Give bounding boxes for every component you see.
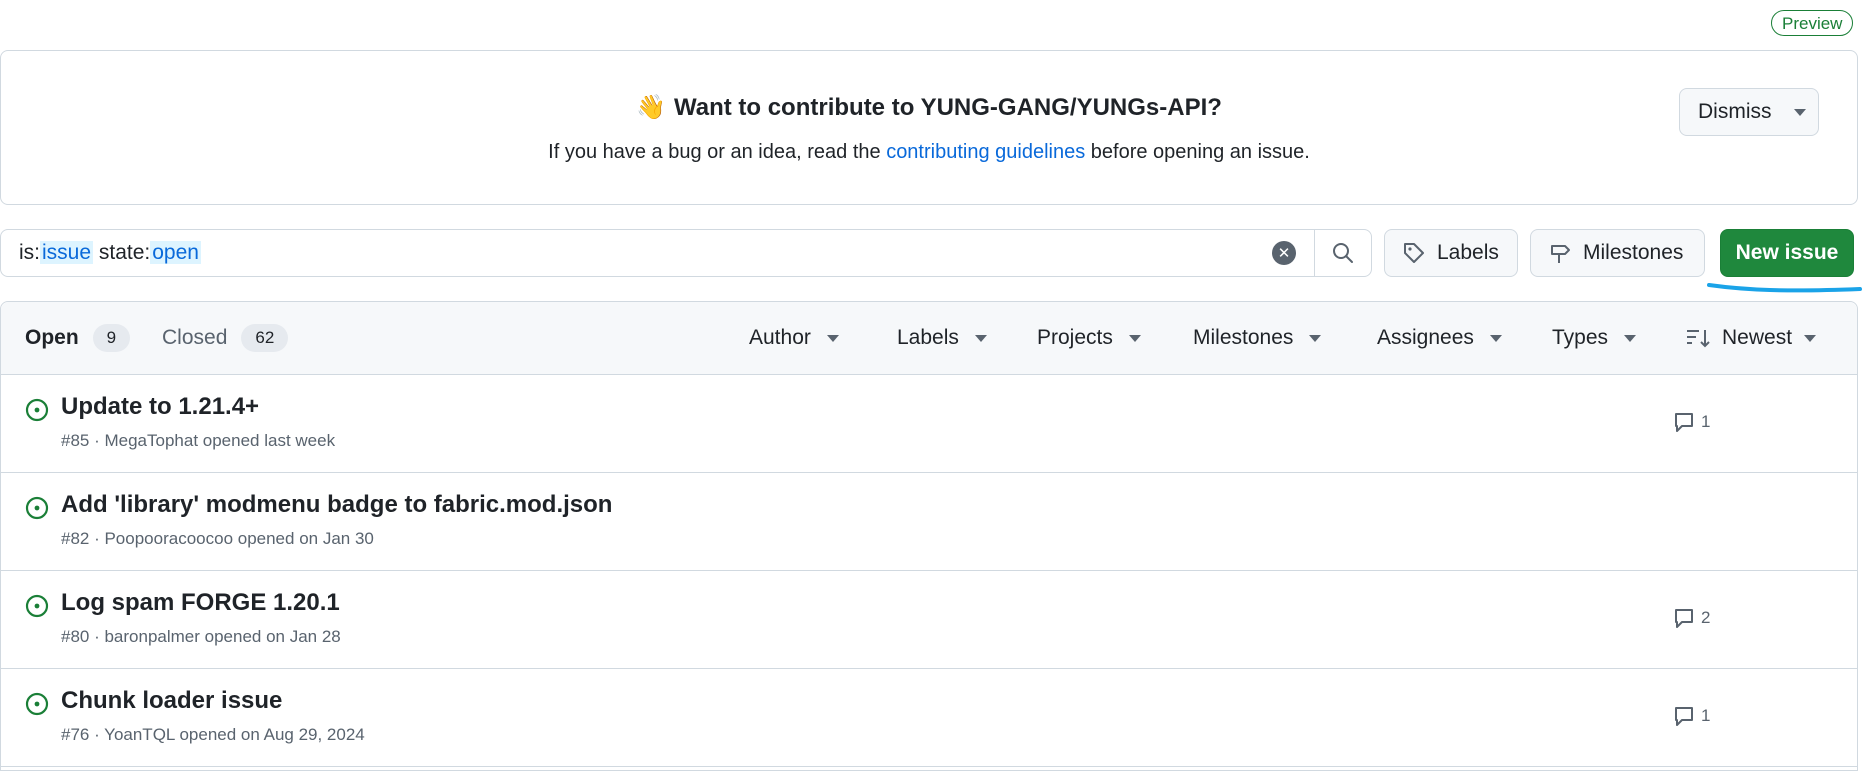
caret-down-icon [1309, 334, 1322, 342]
comments-link[interactable]: 2 [1673, 607, 1710, 629]
sort-newest[interactable]: Newest [1686, 326, 1817, 350]
preview-badge[interactable]: Preview [1771, 10, 1854, 36]
comments-link[interactable]: 1 [1673, 705, 1710, 727]
issue-open-icon [25, 594, 49, 618]
issue-meta: #82 · Poopooracoocoo opened on Jan 30 [61, 529, 374, 548]
contributing-guidelines-link[interactable]: contributing guidelines [886, 141, 1085, 163]
issues-list: Open 9 Closed 62 Author Labels Projects … [0, 301, 1858, 771]
banner-subtitle: If you have a bug or an idea, read the c… [548, 141, 1310, 163]
issues-list-header: Open 9 Closed 62 Author Labels Projects … [1, 302, 1857, 375]
open-count-badge: 9 [92, 324, 131, 352]
issue-title-link[interactable]: Add 'library' modmenu badge to fabric.mo… [61, 491, 612, 519]
filter-types[interactable]: Types [1552, 326, 1637, 350]
caret-down-icon [1128, 334, 1141, 342]
caret-down-icon [1793, 108, 1806, 116]
filter-assignees[interactable]: Assignees [1377, 326, 1502, 350]
closed-count-badge: 62 [241, 324, 289, 352]
issue-row[interactable]: Add 'library' modmenu badge to fabric.mo… [1, 473, 1857, 571]
caret-down-icon [974, 334, 987, 342]
issue-meta: #76 · YoanTQL opened on Aug 29, 2024 [61, 725, 365, 744]
issue-row[interactable]: Log spam FORGE 1.20.1 #80 · baronpalmer … [1, 571, 1857, 669]
caret-down-icon [1489, 334, 1502, 342]
milestone-icon [1551, 245, 1570, 263]
tab-closed[interactable]: Closed 62 [162, 324, 289, 352]
issue-search-bar[interactable]: is:issue state:open ✕ [0, 229, 1372, 277]
issue-open-icon [25, 692, 49, 716]
sort-icon [1687, 330, 1710, 348]
issue-meta: #80 · baronpalmer opened on Jan 28 [61, 627, 341, 646]
search-input[interactable]: is:issue state:open [1, 241, 1272, 265]
comment-icon [1675, 609, 1693, 628]
comments-link[interactable]: 1 [1673, 411, 1710, 433]
tab-open[interactable]: Open 9 [25, 324, 131, 352]
milestones-button[interactable]: Milestones [1530, 229, 1705, 277]
filter-projects[interactable]: Projects [1037, 326, 1141, 350]
issue-open-icon [25, 496, 49, 520]
labels-button[interactable]: Labels [1384, 229, 1518, 277]
issue-open-icon [25, 398, 49, 422]
contribute-banner: 👋 Want to contribute to YUNG-GANG/YUNGs-A… [0, 50, 1858, 205]
issue-title-link[interactable]: Update to 1.21.4+ [61, 393, 259, 421]
issue-title-link[interactable]: Log spam FORGE 1.20.1 [61, 589, 340, 617]
new-issue-button[interactable]: New issue [1720, 229, 1854, 277]
caret-down-icon [1804, 334, 1817, 342]
dismiss-button[interactable]: Dismiss [1679, 88, 1819, 136]
wave-emoji-icon: 👋 [636, 94, 666, 121]
issue-row[interactable]: Update to 1.21.4+ #85 · MegaTophat opene… [1, 375, 1857, 473]
clear-search-icon[interactable]: ✕ [1272, 241, 1296, 265]
filter-author[interactable]: Author [749, 326, 839, 350]
annotation-underline [1707, 283, 1862, 293]
comment-icon [1675, 413, 1693, 432]
search-button[interactable] [1314, 230, 1371, 276]
issue-meta: #85 · MegaTophat opened last week [61, 431, 336, 450]
caret-down-icon [826, 334, 839, 342]
tag-icon [1404, 243, 1424, 263]
search-icon [1333, 243, 1353, 263]
filter-milestones[interactable]: Milestones [1193, 326, 1322, 350]
issue-row[interactable]: Chunk loader issue #76 · YoanTQL opened … [1, 669, 1857, 767]
issue-title-link[interactable]: Chunk loader issue [61, 687, 282, 715]
filter-labels[interactable]: Labels [897, 326, 987, 350]
comment-icon [1675, 707, 1693, 726]
banner-title: 👋 Want to contribute to YUNG-GANG/YUNGs-A… [636, 94, 1222, 121]
caret-down-icon [1624, 334, 1637, 342]
